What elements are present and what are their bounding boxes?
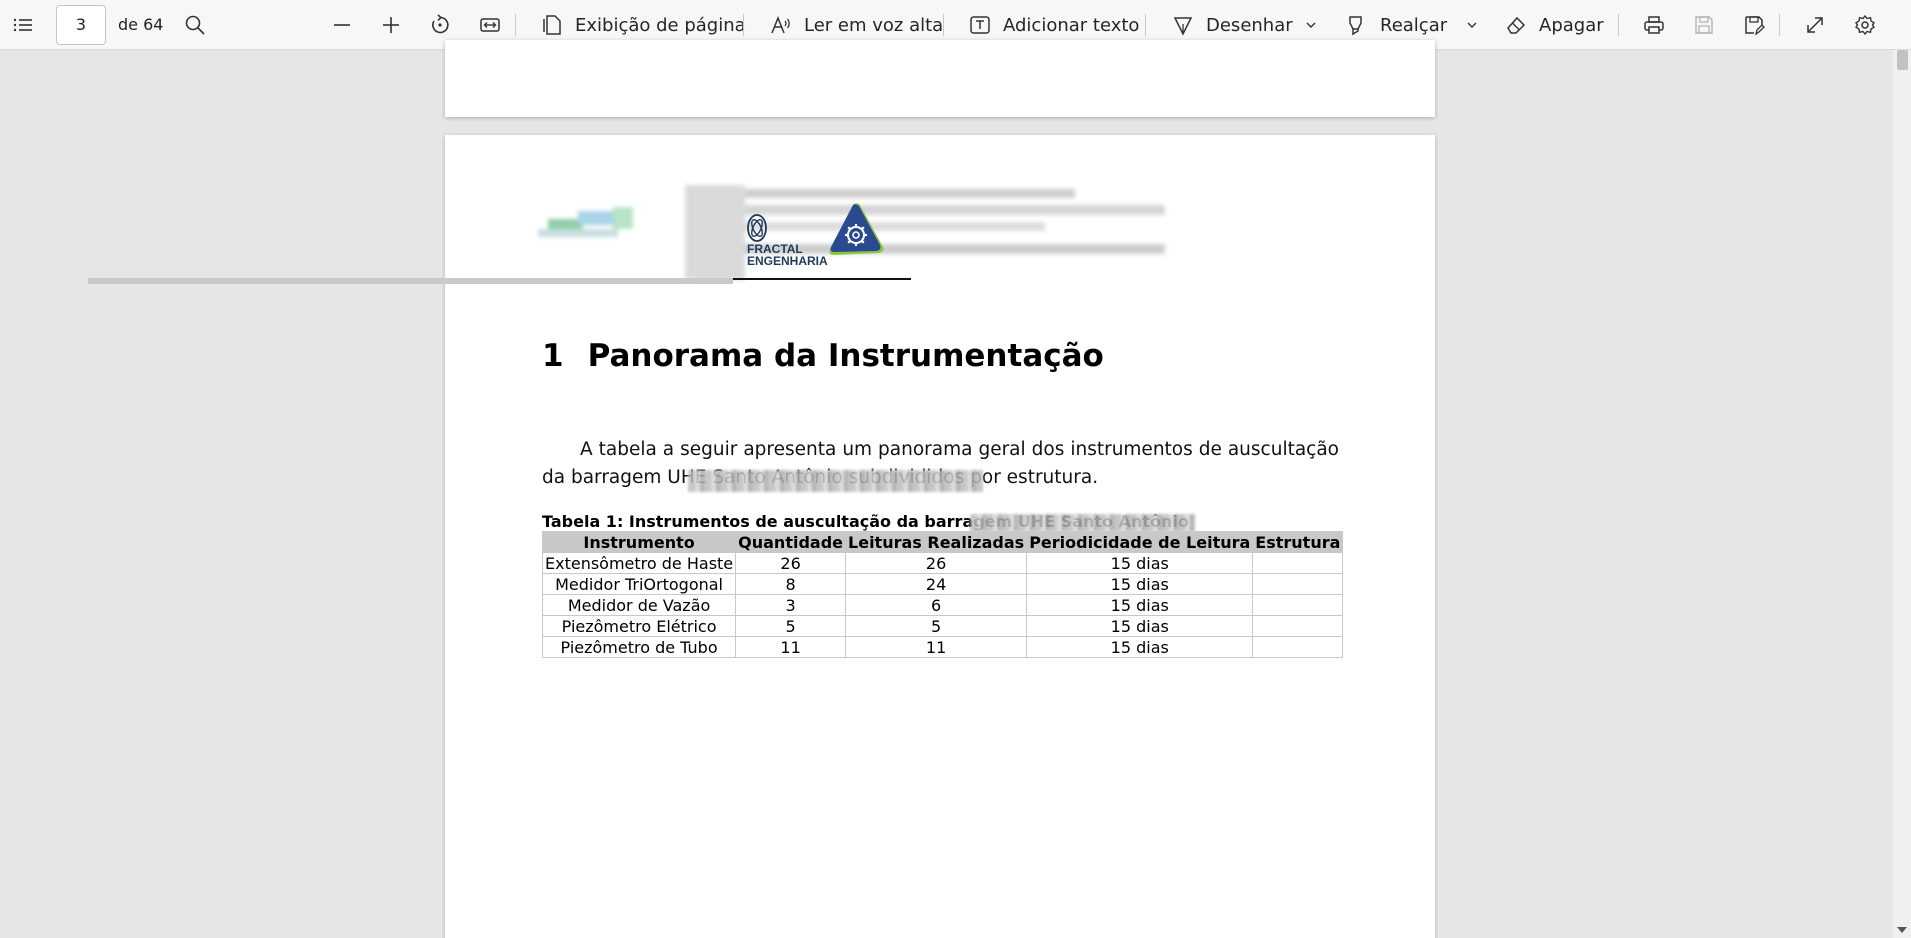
draw-options-button[interactable] [1298, 7, 1324, 43]
read-aloud-icon [771, 15, 790, 34]
table-cell: Extensômetro de Haste [541, 552, 737, 574]
header-periodicidade: Periodicidade de Leitura [1026, 531, 1254, 553]
draw-button[interactable]: Desenhar [1166, 7, 1299, 43]
table-cell: 15 dias [1026, 594, 1254, 616]
highlight-button[interactable]: Realçar [1340, 7, 1453, 43]
section-number: 1 [542, 338, 564, 374]
save-as-button[interactable] [1737, 7, 1771, 43]
print-button[interactable] [1637, 7, 1671, 43]
redaction-paragraph [688, 470, 983, 492]
table-cell: 15 dias [1026, 636, 1254, 658]
erase-label: Apagar [1539, 14, 1604, 36]
table-cell: Medidor TriOrtogonal [541, 573, 737, 595]
add-text-button[interactable]: Adicionar texto [963, 7, 1145, 43]
page-count-label: de 64 [118, 15, 164, 34]
table-cell: 5 [845, 615, 1028, 637]
table-cell: Medidor de Vazão [541, 594, 737, 616]
rotate-button[interactable] [423, 7, 457, 43]
rotate-icon [432, 14, 449, 34]
fractal-logo-text: FRACTAL ENGENHARIA [747, 243, 828, 267]
text-box-icon [970, 16, 990, 34]
add-text-label: Adicionar texto [1003, 14, 1140, 36]
fit-width-icon [480, 18, 500, 32]
settings-button[interactable] [1848, 7, 1882, 43]
table-cell: 11 [845, 636, 1028, 658]
table-cell: 26 [845, 552, 1028, 574]
fullscreen-button[interactable] [1798, 7, 1832, 43]
table-row: Medidor de Vazão 3 6 15 dias [541, 594, 1344, 616]
header-estrutura: Estrutura [1252, 531, 1344, 553]
page-view-label: Exibição de página [575, 14, 746, 36]
header-logo-blurred [533, 205, 643, 245]
search-icon [185, 15, 205, 35]
previous-page [445, 40, 1435, 117]
table-cell: 15 dias [1026, 573, 1254, 595]
section-title: Panorama da Instrumentação [587, 338, 1104, 374]
table-cell [1252, 552, 1344, 574]
table-row: Extensômetro de Haste 26 26 15 dias [541, 552, 1344, 574]
redaction-caption [970, 514, 1195, 532]
table-row: Piezômetro de Tubo 11 11 15 dias [541, 636, 1344, 658]
page-view-icon [543, 15, 561, 35]
gear-icon [1855, 14, 1875, 36]
table-cell [1252, 636, 1344, 658]
table-cell: Piezômetro Elétrico [541, 615, 737, 637]
table-cell: 6 [845, 594, 1028, 616]
printer-icon [1644, 16, 1664, 34]
table-cell [1252, 615, 1344, 637]
expand-icon [1807, 17, 1823, 33]
vertical-scrollbar[interactable] [1893, 50, 1911, 938]
draw-label: Desenhar [1206, 14, 1293, 36]
page-view-button[interactable]: Exibição de página [535, 7, 752, 43]
table-cell [1252, 573, 1344, 595]
scroll-down-arrow-icon[interactable] [1896, 925, 1908, 935]
highlight-label: Realçar [1380, 14, 1448, 36]
minus-icon [334, 24, 350, 26]
table-header-row: Instrumento Quantidade Leituras Realizad… [541, 531, 1344, 553]
eraser-icon [1507, 16, 1526, 34]
plus-icon [383, 17, 399, 33]
table-row: Piezômetro Elétrico 5 5 15 dias [541, 615, 1344, 637]
table-cell: 15 dias [1026, 615, 1254, 637]
chevron-down-icon [1306, 22, 1316, 28]
header-instrumento: Instrumento [541, 531, 737, 553]
section-heading: 1 Panorama da Instrumentação [542, 338, 1104, 374]
pen-icon [1173, 17, 1193, 36]
table-cell: Piezômetro de Tubo [541, 636, 737, 658]
table-cell: 15 dias [1026, 552, 1254, 574]
table-cell: 24 [845, 573, 1028, 595]
table-row: Medidor TriOrtogonal 8 24 15 dias [541, 573, 1344, 595]
scrollbar-thumb[interactable] [1897, 50, 1908, 70]
save-button[interactable] [1687, 7, 1721, 43]
zoom-in-button[interactable] [374, 7, 408, 43]
header-quantidade: Quantidade [735, 531, 847, 553]
table-cell: 11 [735, 636, 847, 658]
list-icon [13, 18, 32, 32]
table-cell: 26 [735, 552, 847, 574]
save-icon [1695, 16, 1713, 34]
table-cell: 5 [735, 615, 847, 637]
table-cell: 3 [735, 594, 847, 616]
highlight-options-button[interactable] [1459, 7, 1485, 43]
header-rule-black [733, 278, 911, 280]
header-rule-grey [88, 278, 733, 284]
table-cell [1252, 594, 1344, 616]
table-cell: 8 [735, 573, 847, 595]
read-aloud-button[interactable]: Ler em voz alta [764, 7, 949, 43]
instruments-table: Instrumento Quantidade Leituras Realizad… [541, 531, 1344, 658]
find-button[interactable] [178, 7, 212, 43]
highlighter-icon [1349, 16, 1362, 36]
zoom-out-button[interactable] [325, 7, 359, 43]
contents-button[interactable] [6, 7, 40, 43]
read-aloud-label: Ler em voz alta [804, 14, 944, 36]
engineering-triangle-logo-icon [829, 203, 884, 255]
page-number-input[interactable]: 3 [56, 5, 106, 45]
erase-button[interactable]: Apagar [1499, 7, 1610, 43]
logo-text-line2: ENGENHARIA [747, 254, 828, 268]
save-as-icon [1745, 16, 1765, 36]
header-leituras: Leituras Realizadas [845, 531, 1028, 553]
fit-width-button[interactable] [473, 7, 507, 43]
chevron-down-icon [1467, 22, 1477, 28]
